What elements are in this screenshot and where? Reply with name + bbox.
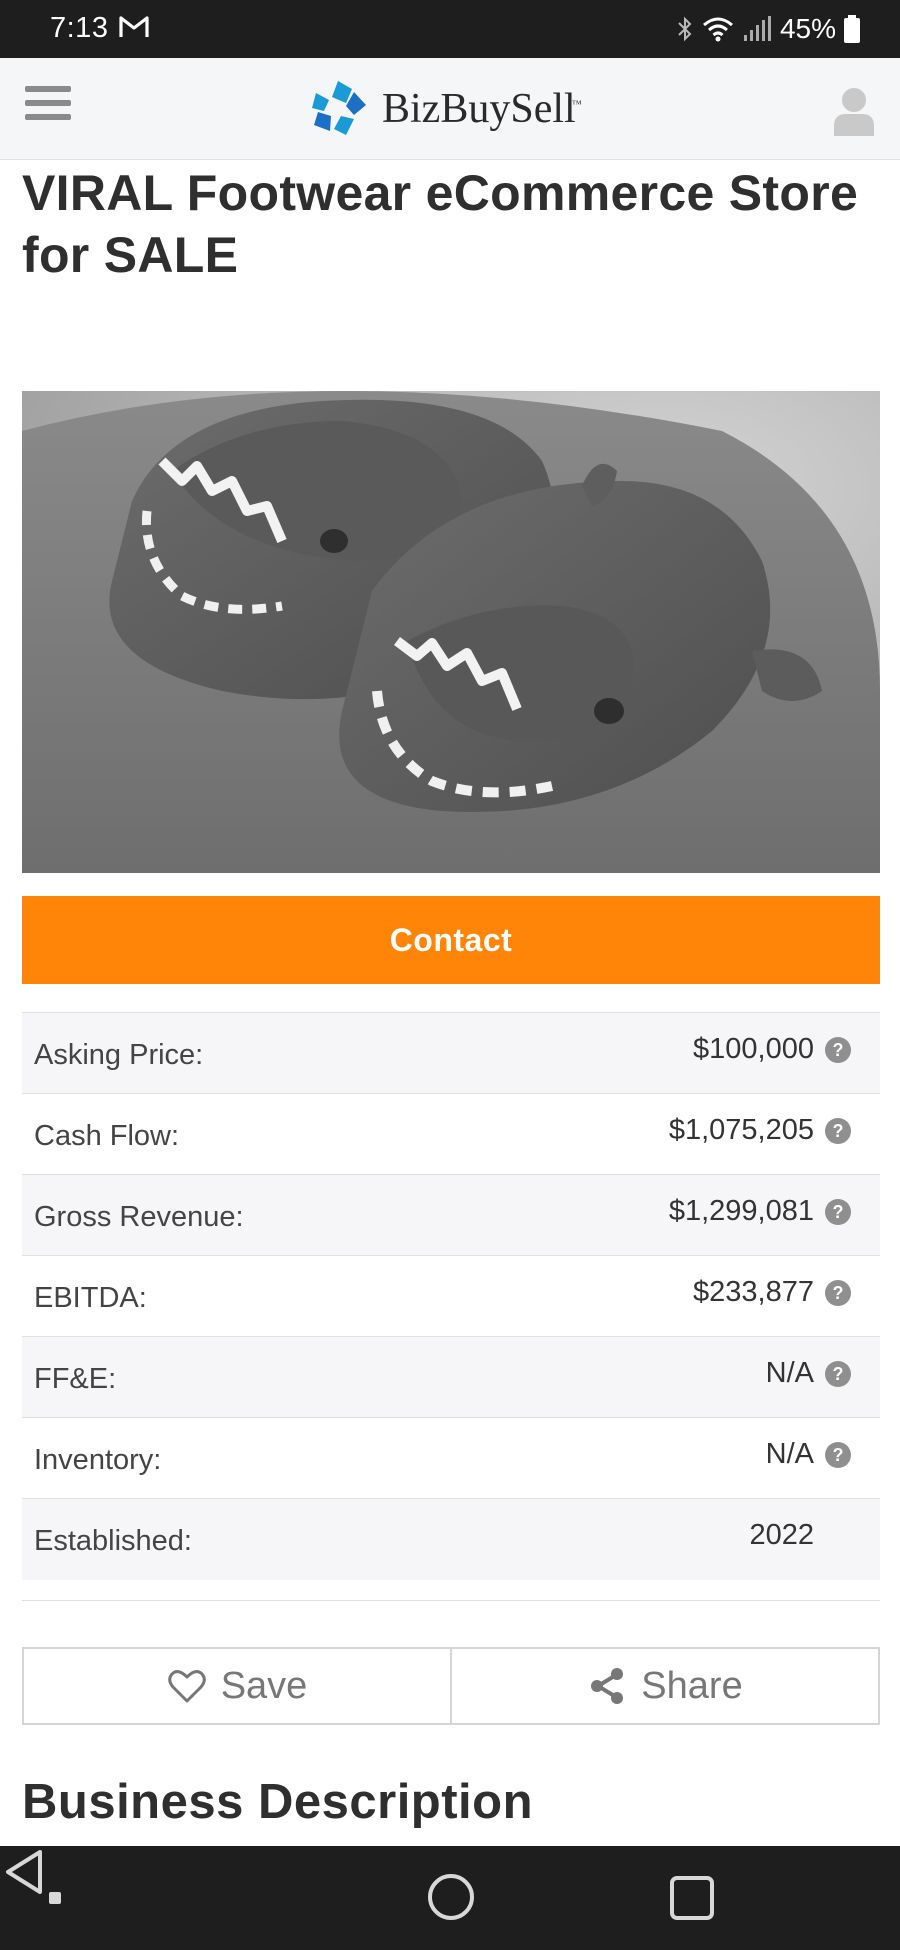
help-icon[interactable]: ? xyxy=(824,1441,852,1469)
site-header: BizBuySell™ xyxy=(0,58,900,160)
svg-text:?: ? xyxy=(833,1202,844,1222)
help-icon[interactable]: ? xyxy=(824,1117,852,1145)
signal-icon xyxy=(743,16,771,41)
help-icon[interactable]: ? xyxy=(824,1036,852,1064)
financial-row-established: Established: 2022 xyxy=(22,1499,880,1580)
svg-text:?: ? xyxy=(833,1364,844,1384)
financial-label: Established: xyxy=(34,1525,192,1557)
listing-photo[interactable] xyxy=(22,391,880,873)
financial-value: $1,075,205 xyxy=(668,1114,814,1146)
android-nav-bar xyxy=(0,1846,900,1950)
business-description-heading: Business Description xyxy=(22,1775,534,1829)
svg-text:?: ? xyxy=(833,1121,844,1141)
help-icon[interactable]: ? xyxy=(824,1279,852,1307)
financial-row-asking-price: Asking Price: $100,000 ? xyxy=(22,1013,880,1094)
financial-value: N/A xyxy=(765,1438,814,1470)
back-icon[interactable] xyxy=(0,1846,50,1898)
help-icon[interactable]: ? xyxy=(824,1360,852,1388)
financial-value: N/A xyxy=(765,1357,814,1389)
battery-icon xyxy=(844,15,860,43)
financial-row-gross-revenue: Gross Revenue: $1,299,081 ? xyxy=(22,1175,880,1256)
listing-actions: Save Share xyxy=(22,1647,880,1725)
financial-value: $1,299,081 xyxy=(668,1195,814,1227)
svg-text:?: ? xyxy=(833,1283,844,1303)
status-bar: 7:13 45% xyxy=(0,0,900,58)
logo-mark-icon xyxy=(312,81,366,135)
share-button[interactable]: Share xyxy=(452,1647,880,1725)
bluetooth-icon xyxy=(678,16,692,42)
share-icon xyxy=(591,1668,624,1704)
logo-text: BizBuySell™ xyxy=(382,86,582,132)
svg-text:?: ? xyxy=(833,1040,844,1060)
share-label: Share xyxy=(641,1664,743,1707)
financial-label: EBITDA: xyxy=(34,1282,147,1314)
status-icons: 45% xyxy=(676,10,860,48)
financial-value: $100,000 xyxy=(693,1033,814,1065)
financial-label: Asking Price: xyxy=(34,1039,204,1071)
home-icon[interactable] xyxy=(428,1874,474,1920)
financials-table: Asking Price: $100,000 ? Cash Flow: $1,0… xyxy=(22,1012,880,1580)
financial-value: 2022 xyxy=(749,1519,814,1551)
nav-indicator-icon xyxy=(49,1892,61,1904)
help-icon[interactable]: ? xyxy=(824,1198,852,1226)
listing-title: VIRAL Footwear eCommerce Store for SALE xyxy=(22,165,859,283)
financial-label: Gross Revenue: xyxy=(34,1201,244,1233)
gmail-icon xyxy=(119,16,149,37)
heart-icon xyxy=(167,1670,206,1703)
shark-slides-image xyxy=(22,391,880,873)
financial-label: Cash Flow: xyxy=(34,1120,180,1152)
contact-button[interactable]: Contact xyxy=(22,896,880,984)
battery-percent: 45% xyxy=(779,13,836,44)
financial-row-cash-flow: Cash Flow: $1,075,205 ? xyxy=(22,1094,880,1175)
financial-label: FF&E: xyxy=(34,1363,117,1395)
save-label: Save xyxy=(220,1664,308,1707)
user-icon[interactable] xyxy=(832,86,876,136)
bizbuysell-logo[interactable]: BizBuySell™ xyxy=(308,78,582,140)
financial-label: Inventory: xyxy=(34,1444,162,1476)
financial-row-ffe: FF&E: N/A ? xyxy=(22,1337,880,1418)
divider xyxy=(22,1600,880,1601)
recent-apps-icon[interactable] xyxy=(670,1876,714,1920)
financial-value: $233,877 xyxy=(693,1276,814,1308)
financial-row-ebitda: EBITDA: $233,877 ? xyxy=(22,1256,880,1337)
status-time: 7:13 xyxy=(50,12,109,44)
svg-text:?: ? xyxy=(833,1445,844,1465)
save-button[interactable]: Save xyxy=(22,1647,452,1725)
wifi-icon xyxy=(702,17,733,42)
financial-row-inventory: Inventory: N/A ? xyxy=(22,1418,880,1499)
hamburger-icon[interactable] xyxy=(25,86,71,130)
